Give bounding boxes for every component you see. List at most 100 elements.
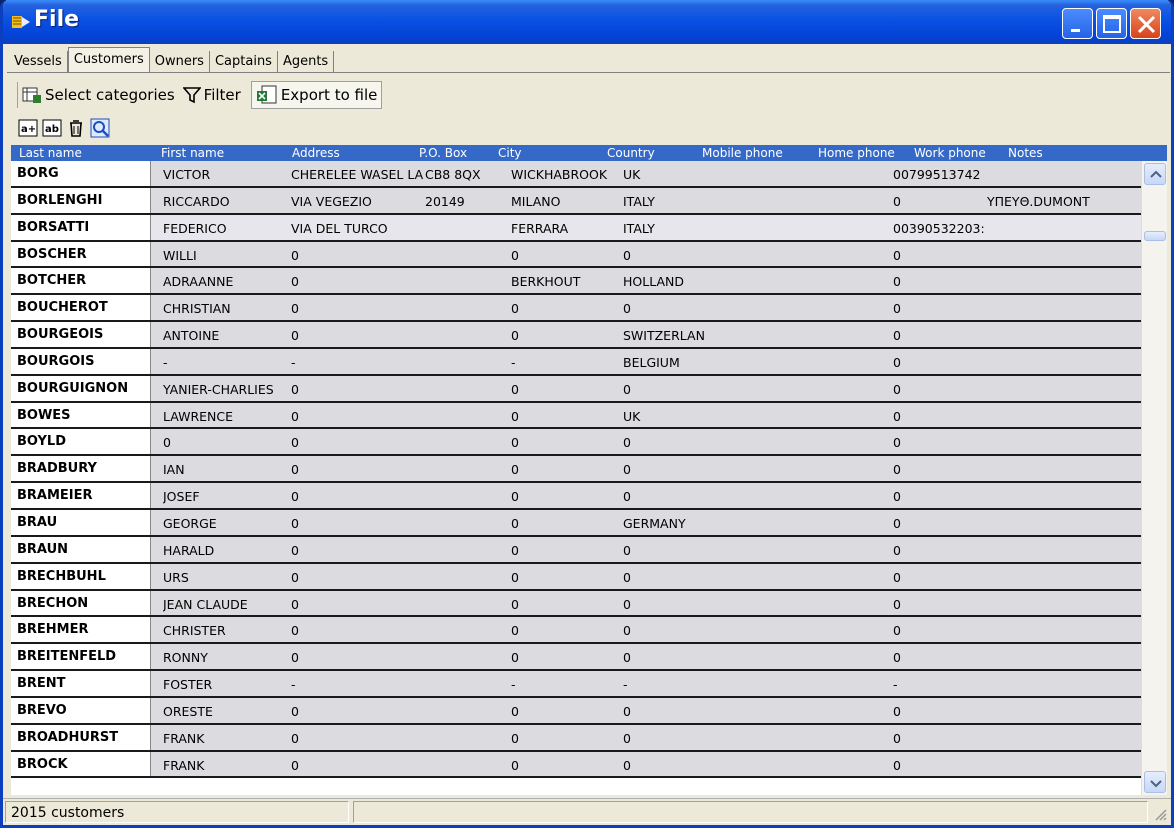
- last-name-cell[interactable]: BROCK: [11, 751, 151, 777]
- work-phone-cell[interactable]: 0: [893, 274, 1003, 289]
- address-cell[interactable]: 0: [291, 301, 423, 316]
- city-cell[interactable]: 0: [511, 382, 621, 397]
- last-name-cell[interactable]: BRADBURY: [11, 456, 151, 482]
- last-name-cell[interactable]: BRAU: [11, 509, 151, 535]
- last-name-cell[interactable]: BOTCHER: [11, 268, 151, 294]
- select-categories-button[interactable]: Select categories: [18, 81, 179, 109]
- search-icon[interactable]: [89, 117, 111, 139]
- work-phone-cell[interactable]: 0: [893, 489, 1003, 504]
- column-header-last-name[interactable]: Last name: [19, 146, 82, 160]
- last-name-cell[interactable]: BREVO: [11, 697, 151, 723]
- column-header-po-box[interactable]: P.O. Box: [419, 146, 467, 160]
- table-row[interactable]: BOURGEOIS ANTOINE 0 0 SWITZERLAN 0: [11, 322, 1141, 349]
- work-phone-cell[interactable]: 0: [893, 543, 1003, 558]
- address-cell[interactable]: 0: [291, 274, 423, 289]
- address-cell[interactable]: 0: [291, 570, 423, 585]
- country-cell[interactable]: 0: [623, 704, 723, 719]
- country-cell[interactable]: -: [623, 677, 723, 692]
- scroll-down-button[interactable]: [1144, 771, 1166, 793]
- address-cell[interactable]: 0: [291, 543, 423, 558]
- address-cell[interactable]: VIA VEGEZIO: [291, 194, 423, 209]
- country-cell[interactable]: 0: [623, 570, 723, 585]
- city-cell[interactable]: 0: [511, 248, 621, 263]
- city-cell[interactable]: 0: [511, 489, 621, 504]
- work-phone-cell[interactable]: -: [893, 677, 1003, 692]
- first-name-cell[interactable]: ADRAANNE: [163, 274, 288, 289]
- maximize-button[interactable]: [1096, 8, 1127, 39]
- work-phone-cell[interactable]: 0: [893, 516, 1003, 531]
- first-name-cell[interactable]: RICCARDO: [163, 194, 288, 209]
- country-cell[interactable]: ITALY: [623, 221, 723, 236]
- first-name-cell[interactable]: FEDERICO: [163, 221, 288, 236]
- first-name-cell[interactable]: JEAN CLAUDE: [163, 597, 288, 612]
- address-cell[interactable]: 0: [291, 328, 423, 343]
- po-box-cell[interactable]: 20149: [425, 194, 513, 209]
- work-phone-cell[interactable]: 0: [893, 355, 1003, 370]
- last-name-cell[interactable]: BREHMER: [11, 617, 151, 643]
- address-cell[interactable]: 0: [291, 623, 423, 638]
- tab-customers[interactable]: Customers: [67, 47, 150, 72]
- column-header-city[interactable]: City: [498, 146, 522, 160]
- tab-captains[interactable]: Captains: [209, 51, 278, 72]
- table-row[interactable]: BRECHBUHL URS 0 0 0 0: [11, 563, 1141, 591]
- first-name-cell[interactable]: ORESTE: [163, 704, 288, 719]
- address-cell[interactable]: 0: [291, 597, 423, 612]
- column-header-address[interactable]: Address: [292, 146, 340, 160]
- column-header-home-phone[interactable]: Home phone: [818, 146, 895, 160]
- column-header-mobile-phone[interactable]: Mobile phone: [702, 146, 783, 160]
- city-cell[interactable]: 0: [511, 623, 621, 638]
- address-cell[interactable]: 0: [291, 516, 423, 531]
- table-row[interactable]: BRECHON JEAN CLAUDE 0 0 0 0: [11, 590, 1141, 618]
- table-row[interactable]: BORLENGHI RICCARDO VIA VEGEZIO 20149 MILANO I…: [11, 187, 1141, 215]
- column-header-notes[interactable]: Notes: [1008, 146, 1043, 160]
- first-name-cell[interactable]: FRANK: [163, 758, 288, 773]
- country-cell[interactable]: GERMANY: [623, 516, 723, 531]
- city-cell[interactable]: 0: [511, 409, 621, 424]
- country-cell[interactable]: 0: [623, 731, 723, 746]
- first-name-cell[interactable]: RONNY: [163, 650, 288, 665]
- address-cell[interactable]: CHERELEE WASEL LA: [291, 167, 423, 182]
- work-phone-cell[interactable]: 00799513742: [893, 167, 1003, 182]
- delete-record-icon[interactable]: [65, 117, 87, 139]
- first-name-cell[interactable]: 0: [163, 435, 288, 450]
- tab-vessels[interactable]: Vessels: [9, 51, 68, 72]
- work-phone-cell[interactable]: 00390532203:: [893, 221, 1003, 236]
- country-cell[interactable]: 0: [623, 543, 723, 558]
- country-cell[interactable]: 0: [623, 650, 723, 665]
- filter-button[interactable]: Filter: [179, 81, 245, 109]
- city-cell[interactable]: 0: [511, 650, 621, 665]
- table-row[interactable]: BROADHURST FRANK 0 0 0 0: [11, 724, 1141, 752]
- table-row[interactable]: BRENT FOSTER - - - -: [11, 671, 1141, 698]
- first-name-cell[interactable]: ANTOINE: [163, 328, 288, 343]
- city-cell[interactable]: 0: [511, 704, 621, 719]
- scroll-thumb[interactable]: [1144, 231, 1166, 241]
- last-name-cell[interactable]: BOURGOIS: [11, 348, 151, 374]
- resize-grip-icon[interactable]: [1153, 807, 1167, 821]
- city-cell[interactable]: 0: [511, 731, 621, 746]
- address-cell[interactable]: 0: [291, 489, 423, 504]
- work-phone-cell[interactable]: 0: [893, 570, 1003, 585]
- title-bar[interactable]: File: [3, 0, 1171, 44]
- last-name-cell[interactable]: BROADHURST: [11, 724, 151, 750]
- country-cell[interactable]: 0: [623, 248, 723, 263]
- address-cell[interactable]: -: [291, 677, 423, 692]
- close-button[interactable]: [1130, 8, 1161, 39]
- minimize-button[interactable]: [1062, 8, 1093, 39]
- edit-record-icon[interactable]: ab: [41, 117, 63, 139]
- last-name-cell[interactable]: BORG: [11, 161, 151, 186]
- last-name-cell[interactable]: BOUCHEROT: [11, 295, 151, 321]
- tab-owners[interactable]: Owners: [149, 51, 210, 72]
- city-cell[interactable]: -: [511, 355, 621, 370]
- last-name-cell[interactable]: BRAMEIER: [11, 483, 151, 508]
- table-row[interactable]: BREVO ORESTE 0 0 0 0: [11, 697, 1141, 725]
- table-row[interactable]: BROCK FRANK 0 0 0 0: [11, 751, 1141, 779]
- last-name-cell[interactable]: BOYLD: [11, 429, 151, 455]
- last-name-cell[interactable]: BRECHON: [11, 590, 151, 616]
- table-row[interactable]: BREITENFELD RONNY 0 0 0 0: [11, 644, 1141, 672]
- country-cell[interactable]: 0: [623, 623, 723, 638]
- city-cell[interactable]: 0: [511, 597, 621, 612]
- column-header-country[interactable]: Country: [607, 146, 655, 160]
- export-button[interactable]: Export to file: [250, 81, 383, 109]
- work-phone-cell[interactable]: 0: [893, 248, 1003, 263]
- country-cell[interactable]: UK: [623, 167, 723, 182]
